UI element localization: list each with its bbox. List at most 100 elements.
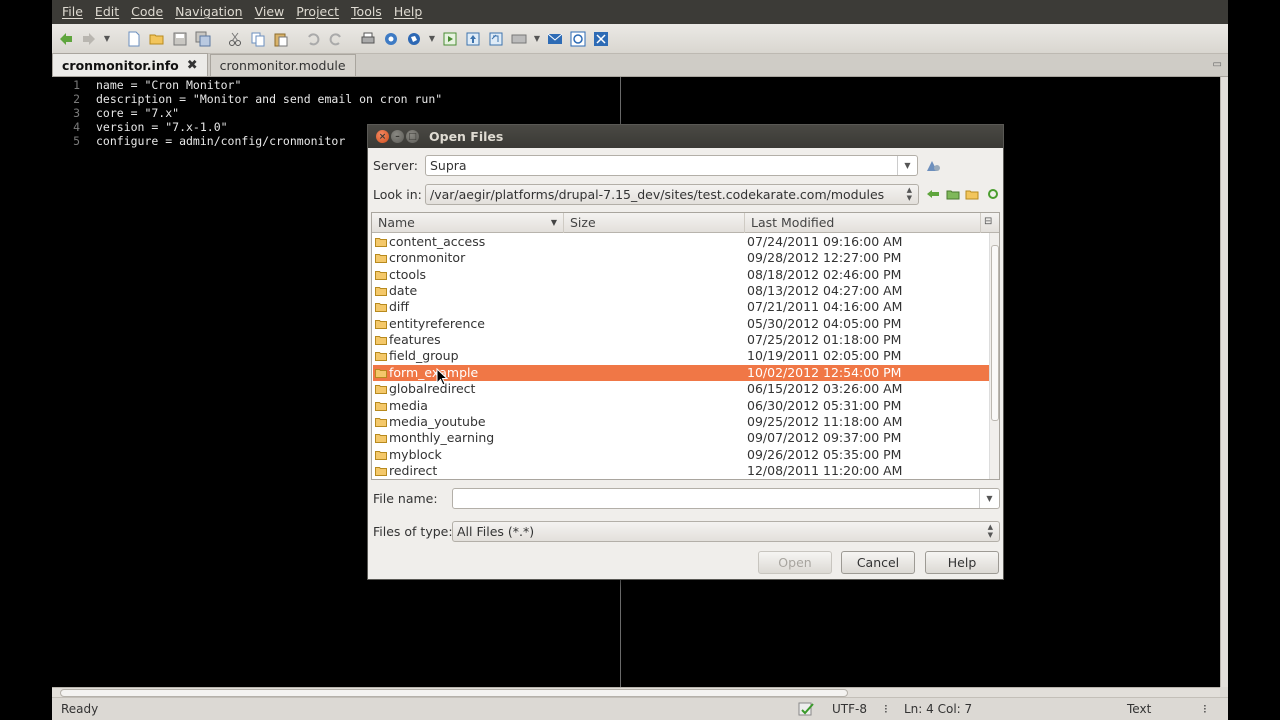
syntax-check-icon[interactable] <box>798 701 816 720</box>
mail-icon[interactable] <box>545 29 565 49</box>
chevron-down-icon[interactable]: ▼ <box>897 156 917 175</box>
file-row[interactable]: globalredirect 06/15/2012 03:26:00 AM <box>373 381 989 397</box>
file-row[interactable]: field_group 10/19/2011 02:05:00 PM <box>373 348 989 364</box>
tab-cronmonitor-module[interactable]: cronmonitor.module <box>209 54 356 76</box>
folder-icon <box>375 385 387 395</box>
download-icon[interactable] <box>486 29 506 49</box>
lookin-combobox[interactable]: /var/aegir/platforms/drupal-7.15_dev/sit… <box>425 184 919 205</box>
sort-down-icon: ▼ <box>550 218 557 227</box>
back-arrow-icon[interactable] <box>926 187 940 204</box>
file-row[interactable]: cronmonitor 09/28/2012 12:27:00 PM <box>373 250 989 266</box>
chevron-down-icon[interactable]: ▼ <box>979 489 999 508</box>
sync-icon[interactable] <box>568 29 588 49</box>
parent-folder-icon[interactable] <box>946 187 960 204</box>
menu-file[interactable]: File <box>56 0 89 24</box>
tab-cronmonitor-info[interactable]: cronmonitor.info ✖ <box>52 53 208 76</box>
dialog-titlebar[interactable]: × – □ Open Files <box>368 125 1003 148</box>
print-icon[interactable] <box>358 29 378 49</box>
upload-icon[interactable] <box>463 29 483 49</box>
run-icon[interactable] <box>440 29 460 49</box>
close-icon[interactable]: ✖ <box>187 58 198 73</box>
network-icon[interactable] <box>591 29 611 49</box>
new-folder-icon[interactable] <box>965 187 979 204</box>
console-icon[interactable] <box>509 29 529 49</box>
file-row[interactable]: features 07/25/2012 01:18:00 PM <box>373 332 989 348</box>
menu-tools[interactable]: Tools <box>345 0 388 24</box>
menu-navigation[interactable]: Navigation <box>169 0 248 24</box>
menu-bar: File Edit Code Navigation View Project T… <box>52 0 1228 24</box>
file-row[interactable]: entityreference 05/30/2012 04:05:00 PM <box>373 316 989 332</box>
maximize-window-icon[interactable]: □ <box>406 130 419 143</box>
file-name: features <box>389 332 441 348</box>
line-number: 5 <box>73 134 80 148</box>
file-row[interactable]: form_example 10/02/2012 12:54:00 PM <box>373 364 989 381</box>
file-row[interactable]: media_youtube 09/25/2012 11:18:00 AM <box>373 414 989 430</box>
copy-icon[interactable] <box>248 29 268 49</box>
file-list[interactable]: Name ▼ Size Last Modified ⊟ content_acces… <box>371 212 1000 480</box>
file-row[interactable]: monthly_earning 09/07/2012 09:37:00 PM <box>373 430 989 446</box>
tab-bar: cronmonitor.info ✖ cronmonitor.module ▭ <box>52 53 1228 77</box>
column-modified-header[interactable]: Last Modified <box>745 213 981 233</box>
console-dropdown-icon[interactable]: ▼ <box>532 29 542 49</box>
file-modified: 09/28/2012 12:27:00 PM <box>747 250 902 266</box>
scrollbar-thumb[interactable] <box>991 245 999 421</box>
encoding-dropdown-icon[interactable]: ⁝ <box>884 702 888 716</box>
column-name-header[interactable]: Name ▼ <box>372 213 564 233</box>
scrollbar-thumb[interactable] <box>60 689 848 697</box>
file-name: entityreference <box>389 315 485 331</box>
save-all-icon[interactable] <box>193 29 213 49</box>
mode-dropdown-icon[interactable]: ⁝ <box>1203 702 1207 716</box>
file-row[interactable]: media 06/30/2012 05:31:00 PM <box>373 398 989 414</box>
paste-icon[interactable] <box>271 29 291 49</box>
menu-help[interactable]: Help <box>388 0 429 24</box>
server-settings-icon[interactable] <box>925 157 941 176</box>
menu-edit[interactable]: Edit <box>89 0 125 24</box>
new-file-icon[interactable] <box>124 29 144 49</box>
encoding-selector[interactable]: UTF-8 <box>832 702 867 716</box>
minimize-window-icon[interactable]: – <box>391 130 404 143</box>
web-icon[interactable] <box>404 29 424 49</box>
open-folder-icon[interactable] <box>147 29 167 49</box>
refresh-icon[interactable] <box>986 187 1000 204</box>
file-row[interactable]: date 08/13/2012 04:27:00 AM <box>373 283 989 299</box>
file-row[interactable]: content_access 07/24/2011 09:16:00 AM <box>373 234 989 250</box>
column-chooser-icon[interactable]: ⊟ <box>984 216 992 227</box>
undo-icon[interactable] <box>303 29 323 49</box>
file-row[interactable]: diff 07/21/2011 04:16:00 AM <box>373 299 989 315</box>
editor-vertical-scrollbar[interactable] <box>1220 77 1228 687</box>
open-button[interactable]: Open <box>758 551 832 574</box>
code-line: 2 description = "Monitor and send email o… <box>52 92 442 106</box>
help-icon[interactable] <box>381 29 401 49</box>
cut-icon[interactable] <box>225 29 245 49</box>
back-icon[interactable] <box>56 29 76 49</box>
redo-icon[interactable] <box>326 29 346 49</box>
server-combobox[interactable]: Supra ▼ <box>425 155 918 176</box>
folder-icon <box>375 401 387 411</box>
save-icon[interactable] <box>170 29 190 49</box>
filetype-combobox[interactable]: All Files (*.*) ▲ ▼ <box>452 521 1000 542</box>
file-name: content_access <box>389 234 486 249</box>
menu-code[interactable]: Code <box>125 0 169 24</box>
file-list-scrollbar[interactable] <box>989 233 999 479</box>
help-button[interactable]: Help <box>925 551 999 574</box>
status-bar: Ready UTF-8 ⁝ Ln: 4 Col: 7 Text ⁝ <box>52 697 1228 720</box>
history-dropdown-icon[interactable]: ▼ <box>102 29 112 49</box>
updown-icon: ▲ ▼ <box>987 523 993 539</box>
menu-view[interactable]: View <box>249 0 291 24</box>
forward-icon[interactable] <box>79 29 99 49</box>
file-name: myblock <box>389 446 442 462</box>
editor-horizontal-scrollbar[interactable] <box>52 687 1220 697</box>
syntax-mode-selector[interactable]: Text <box>1127 702 1151 716</box>
code-line: 3 core = "7.x" <box>52 106 179 120</box>
close-window-icon[interactable]: × <box>376 130 389 143</box>
menu-project[interactable]: Project <box>290 0 345 24</box>
file-modified: 08/18/2012 02:46:00 PM <box>747 266 902 282</box>
file-row[interactable]: myblock 09/26/2012 05:35:00 PM <box>373 447 989 463</box>
file-row[interactable]: redirect 12/08/2011 11:20:00 AM <box>373 463 989 479</box>
file-row[interactable]: ctools 08/18/2012 02:46:00 PM <box>373 267 989 283</box>
web-dropdown-icon[interactable]: ▼ <box>427 29 437 49</box>
filename-input[interactable]: ▼ <box>452 488 1000 509</box>
column-size-header[interactable]: Size <box>564 213 745 233</box>
tab-list-icon[interactable]: ▭ <box>1213 59 1222 70</box>
cancel-button[interactable]: Cancel <box>841 551 915 574</box>
